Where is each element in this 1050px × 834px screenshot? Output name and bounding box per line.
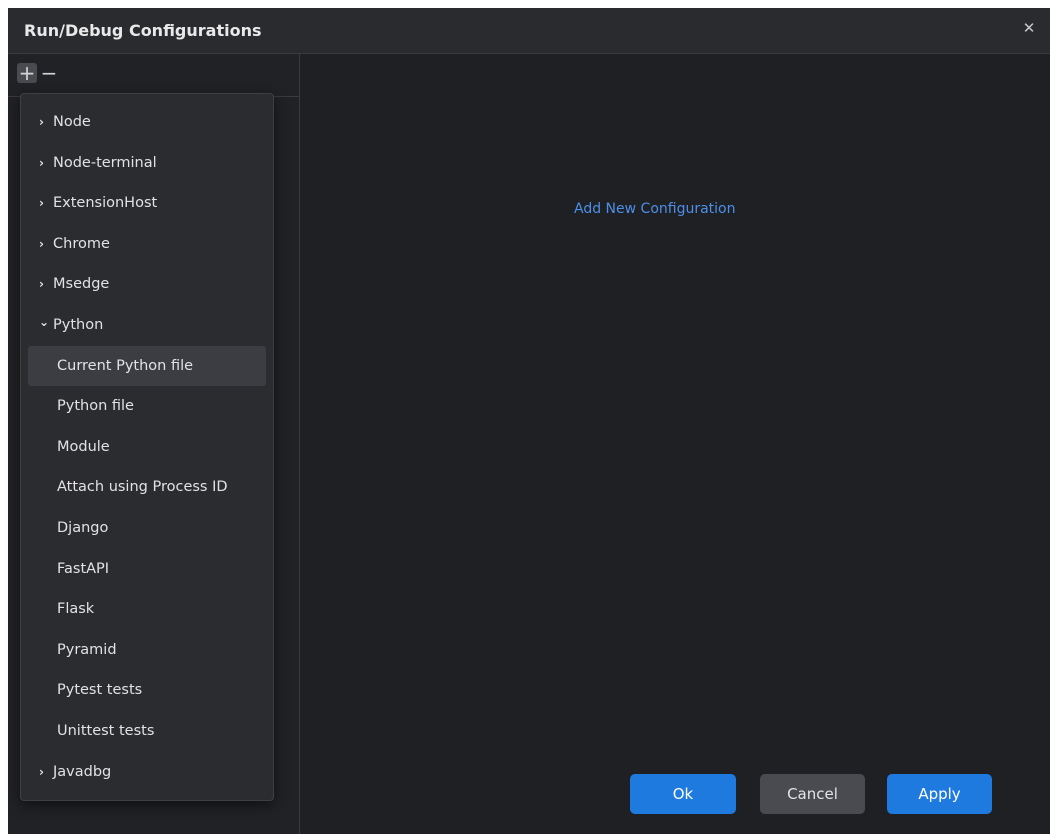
configuration-detail-pane: Add New Configuration Ok Cancel Apply — [301, 54, 1050, 834]
menu-item-label: Javadbg — [53, 763, 112, 780]
add-new-configuration-link[interactable]: Add New Configuration — [574, 200, 736, 218]
dialog-title: Run/Debug Configurations — [24, 21, 262, 40]
menu-child-item[interactable]: Attach using Process ID — [28, 467, 266, 507]
chevron-right-icon: › — [39, 115, 44, 129]
menu-child-item[interactable]: Django — [28, 508, 266, 548]
close-icon[interactable]: ✕ — [1018, 17, 1040, 39]
menu-item-label: Current Python file — [57, 357, 194, 374]
menu-child-item[interactable]: Flask — [28, 589, 266, 629]
menu-child-item[interactable]: Current Python file — [28, 345, 266, 386]
menu-item-label: Chrome — [53, 235, 110, 252]
menu-child-item[interactable]: Unittest tests — [28, 711, 266, 751]
menu-item-label: Module — [57, 438, 110, 455]
chevron-right-icon: › — [39, 764, 44, 779]
menu-child-item[interactable]: Python file — [28, 386, 266, 426]
menu-group-item[interactable]: › Node-terminal — [28, 143, 266, 183]
chevron-right-icon: › — [39, 277, 44, 292]
menu-group-item[interactable]: › Chrome — [28, 224, 266, 264]
menu-child-item[interactable]: Pyramid — [28, 630, 266, 670]
configurations-toolbar: + − — [8, 54, 300, 97]
menu-item-label: Attach using Process ID — [57, 479, 228, 496]
add-configuration-dropdown: › Node › Node-terminal › ExtensionHost › Chrome… — [20, 93, 274, 801]
menu-child-item[interactable]: Module — [28, 427, 266, 467]
menu-group-item[interactable]: › Msedge — [28, 264, 266, 304]
menu-child-item[interactable]: FastAPI — [28, 549, 266, 589]
apply-button[interactable]: Apply — [887, 774, 992, 814]
chevron-right-icon: › — [39, 236, 44, 251]
remove-configuration-icon[interactable]: − — [39, 63, 59, 83]
dialog-titlebar: Run/Debug Configurations ✕ — [8, 8, 1050, 54]
ok-button[interactable]: Ok — [630, 774, 736, 814]
chevron-right-icon: › — [39, 155, 44, 170]
menu-item-label: Python file — [57, 398, 134, 415]
menu-item-label: Flask — [57, 601, 95, 618]
menu-item-label: Django — [57, 520, 109, 536]
menu-item-label: Node-terminal — [53, 154, 157, 171]
menu-item-label: Unittest tests — [57, 723, 155, 739]
chevron-right-icon: › — [39, 196, 44, 211]
menu-item-label: FastAPI — [57, 560, 110, 577]
cancel-button[interactable]: Cancel — [760, 774, 865, 814]
chevron-down-icon: ⌄ — [39, 315, 50, 329]
menu-item-label: Node — [53, 114, 91, 130]
menu-item-label: ExtensionHost — [53, 195, 158, 212]
menu-child-item[interactable]: Pytest tests — [28, 670, 266, 710]
menu-item-label: Msedge — [53, 276, 110, 293]
add-configuration-icon[interactable]: + — [17, 63, 37, 83]
menu-item-label: Python — [53, 317, 104, 333]
menu-group-item[interactable]: ⌄ Python — [28, 305, 266, 345]
menu-group-item[interactable]: › ExtensionHost — [28, 183, 266, 223]
menu-group-item[interactable]: › Node — [28, 102, 266, 142]
menu-item-label: Pytest tests — [57, 682, 143, 699]
menu-group-item[interactable]: › Javadbg — [28, 752, 266, 792]
menu-item-label: Pyramid — [57, 641, 117, 658]
